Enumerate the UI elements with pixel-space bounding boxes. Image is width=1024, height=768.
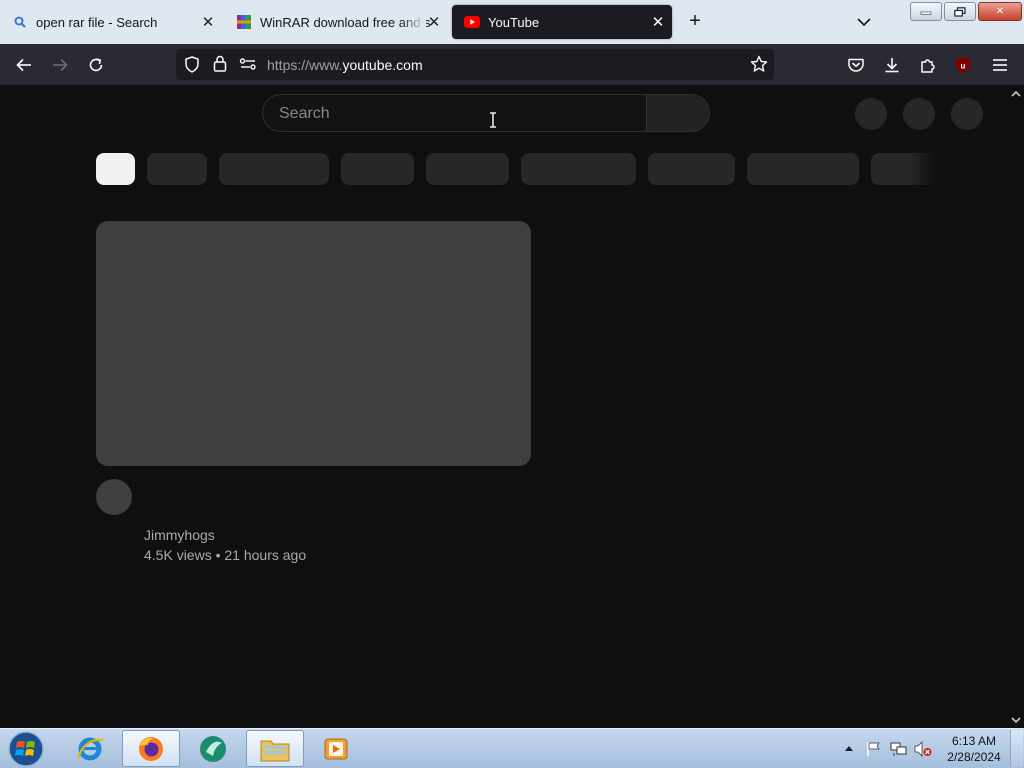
filter-chip[interactable]: [648, 153, 735, 185]
firefox-taskbar-icon[interactable]: [122, 730, 180, 767]
filter-chip[interactable]: [341, 153, 414, 185]
windows-taskbar: 6:13 AM 2/28/2024: [0, 728, 1024, 768]
url-text[interactable]: https://www.youtube.com: [267, 57, 423, 73]
text-cursor-icon: [490, 112, 496, 128]
action-center-flag-icon[interactable]: [866, 741, 882, 757]
youtube-icon: [464, 14, 480, 30]
app-taskbar-icon[interactable]: [184, 730, 242, 767]
channel-name[interactable]: Jimmyhogs: [144, 527, 215, 543]
clock-time: 6:13 AM: [951, 734, 997, 748]
navigation-toolbar: https://www.youtube.com u 2: [0, 44, 1024, 106]
network-icon[interactable]: [890, 741, 908, 757]
tab-youtube[interactable]: YouTube ✕: [452, 5, 672, 39]
restore-button[interactable]: [944, 2, 976, 21]
lock-icon[interactable]: [213, 55, 227, 77]
tab-label: open rar file - Search: [36, 14, 158, 30]
search-input[interactable]: [277, 103, 631, 125]
scroll-up-arrow-icon[interactable]: [1010, 89, 1022, 99]
close-tab-icon[interactable]: ✕: [650, 14, 666, 31]
volume-muted-icon[interactable]: [914, 741, 932, 757]
media-player-icon[interactable]: [307, 730, 365, 767]
list-all-tabs-icon[interactable]: [854, 12, 874, 32]
browser-tab-strip: open rar file - Search ✕ WinRAR download…: [0, 0, 1024, 44]
file-explorer-icon[interactable]: [246, 730, 304, 767]
filter-chip[interactable]: [147, 153, 207, 185]
address-bar[interactable]: https://www.youtube.com: [176, 49, 774, 80]
start-button[interactable]: [6, 730, 46, 768]
channel-avatar[interactable]: [96, 479, 132, 515]
bookmark-star-icon[interactable]: [750, 55, 768, 78]
hamburger-menu-icon[interactable]: [987, 52, 1013, 78]
site-permissions-icon[interactable]: [239, 57, 257, 76]
extensions-puzzle-icon[interactable]: [915, 52, 941, 78]
minimize-button[interactable]: [910, 2, 942, 21]
youtube-page: Jimmyhogs 4.5K views • 21 hours ago: [0, 85, 1024, 728]
video-thumbnail-placeholder[interactable]: [96, 221, 531, 466]
winrar-icon: [236, 14, 252, 30]
search-icon: [12, 14, 28, 30]
back-arrow-icon[interactable]: [11, 52, 37, 78]
tab-label: YouTube: [488, 14, 540, 30]
url-domain: youtube.com: [342, 57, 423, 73]
account-avatar-placeholder[interactable]: [951, 98, 983, 130]
show-desktop-button[interactable]: [1010, 730, 1023, 767]
clock-date: 2/28/2024: [947, 750, 1001, 764]
close-tab-icon[interactable]: ✕: [426, 14, 442, 31]
pocket-icon[interactable]: [843, 52, 869, 78]
svg-text:u: u: [961, 62, 966, 71]
url-prefix: https://www.: [267, 57, 343, 73]
tab-search[interactable]: open rar file - Search ✕: [0, 5, 222, 39]
tab-winrar[interactable]: WinRAR download free and support ✕: [224, 5, 448, 39]
header-action-placeholder[interactable]: [855, 98, 887, 130]
new-tab-button[interactable]: +: [684, 10, 706, 32]
downloads-icon[interactable]: [879, 52, 905, 78]
close-window-button[interactable]: ✕: [978, 2, 1022, 21]
filter-chip[interactable]: [426, 153, 509, 185]
internet-explorer-icon[interactable]: [61, 730, 119, 767]
filter-chip[interactable]: [747, 153, 859, 185]
close-tab-icon[interactable]: ✕: [200, 14, 216, 31]
tracking-protection-shield-icon[interactable]: [184, 56, 200, 78]
header-action-placeholder[interactable]: [903, 98, 935, 130]
filter-chip[interactable]: [219, 153, 329, 185]
forward-arrow-icon[interactable]: [47, 52, 73, 78]
filter-chip-selected[interactable]: [96, 153, 135, 185]
video-metadata: 4.5K views • 21 hours ago: [144, 547, 307, 563]
filter-chip[interactable]: [521, 153, 636, 185]
reload-icon[interactable]: [83, 52, 109, 78]
show-hidden-icons-icon[interactable]: [844, 744, 854, 752]
window-controls: ✕: [910, 2, 1022, 21]
filter-chip[interactable]: [871, 153, 935, 185]
ublock-origin-icon[interactable]: u: [950, 52, 976, 78]
system-clock[interactable]: 6:13 AM 2/28/2024: [944, 733, 1004, 765]
scroll-down-arrow-icon[interactable]: [1010, 715, 1022, 725]
youtube-search-box[interactable]: [262, 94, 646, 132]
youtube-search-button[interactable]: [646, 94, 710, 132]
